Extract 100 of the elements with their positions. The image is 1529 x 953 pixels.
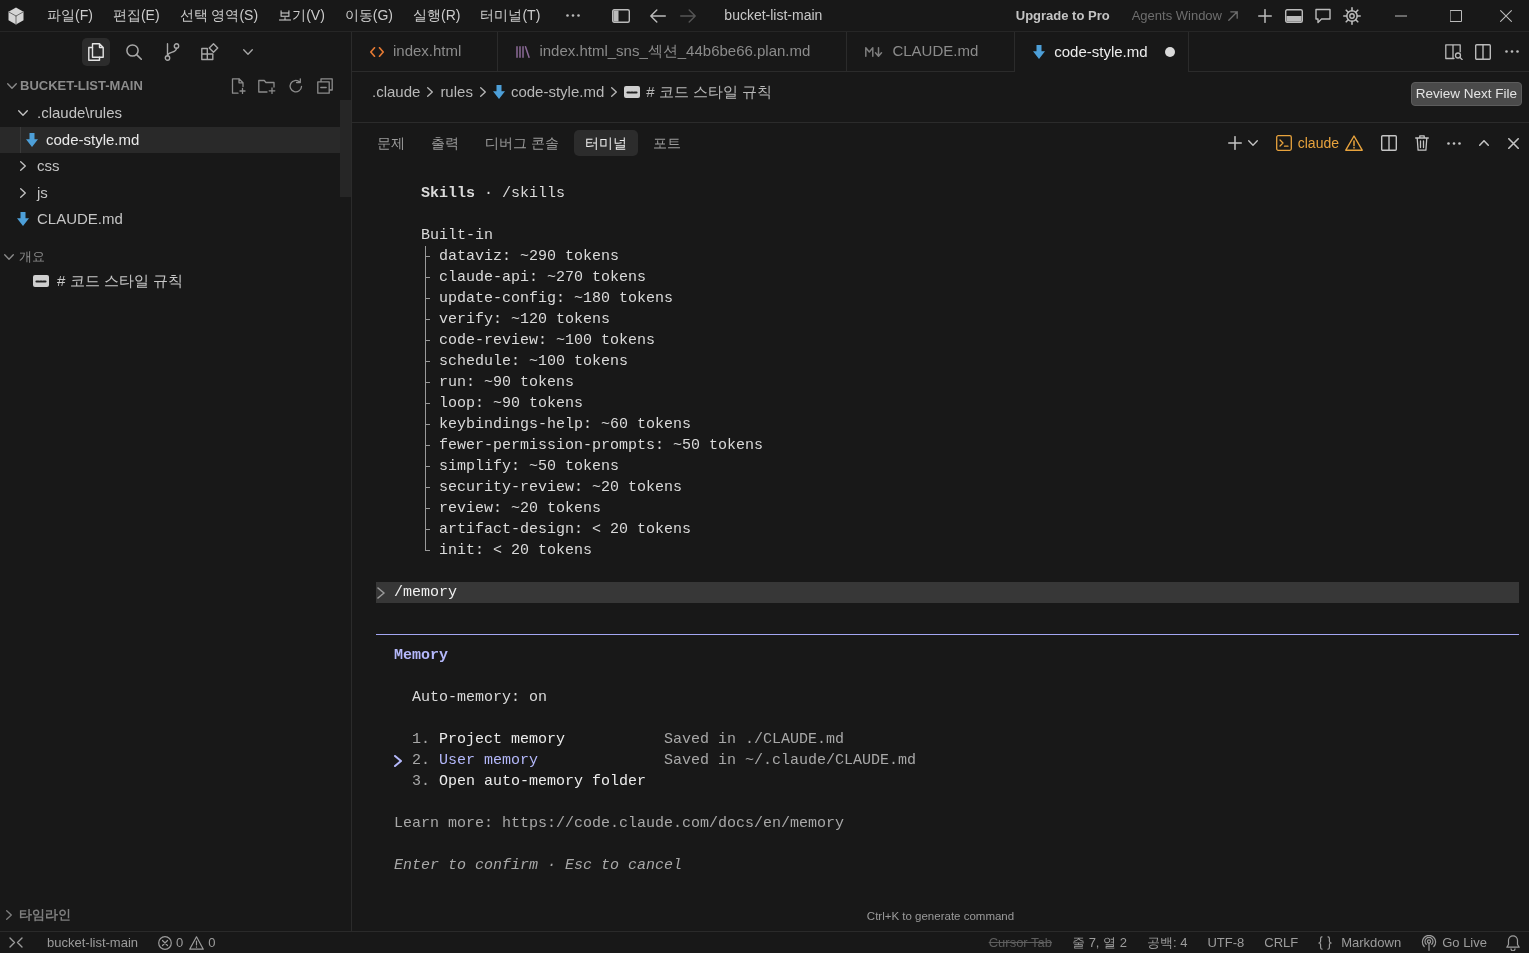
skill-item: schedule: ~100 tokens <box>439 352 629 372</box>
split-icon <box>1475 43 1491 60</box>
string-symbol-icon <box>33 275 49 287</box>
skill-item: artifact-design: < 20 tokens <box>439 520 692 540</box>
skill-item: run: ~90 tokens <box>439 373 575 393</box>
menu-item[interactable]: 실행(R) <box>403 2 471 29</box>
option-number: 2. <box>412 752 430 769</box>
forward-arrow-icon <box>680 8 697 23</box>
agents-window-button[interactable]: Agents Window <box>1131 5 1238 26</box>
chevron-down-icon <box>1247 140 1258 146</box>
indentation[interactable]: 공백: 4 <box>1136 932 1198 953</box>
breadcrumb-item[interactable]: rules <box>440 80 473 104</box>
skill-item: claude-api: ~270 tokens <box>439 268 647 288</box>
new-folder-icon <box>258 78 276 94</box>
panel-tab[interactable]: 출력 <box>420 130 470 156</box>
breadcrumb-item[interactable]: # 코드 스타일 규칙 <box>624 80 773 104</box>
option-location: Saved in ./CLAUDE.md <box>664 730 845 750</box>
upgrade-button[interactable]: Upgrade to Pro <box>1015 5 1110 26</box>
panel-tab[interactable]: 포트 <box>641 130 692 156</box>
trash-icon <box>1415 135 1429 151</box>
menu-option[interactable]: User memory <box>439 752 539 769</box>
menu-item[interactable]: 이동(G) <box>334 2 403 29</box>
editor-tab[interactable]: code-style.md <box>1015 32 1189 72</box>
menu-option[interactable]: Project memory <box>439 731 566 748</box>
error-icon <box>158 935 173 950</box>
cursor-position[interactable]: 줄 7, 열 2 <box>1062 932 1137 953</box>
encoding[interactable]: UTF-8 <box>1197 932 1255 953</box>
memory-title: Memory <box>394 647 448 664</box>
menu-item[interactable]: 편집(E) <box>102 2 170 29</box>
skills-heading: Skills · /skills <box>421 185 566 202</box>
menu-item[interactable]: 보기(V) <box>268 2 335 29</box>
close-icon <box>1507 137 1519 149</box>
auto-memory-status: Auto-memory: on <box>412 689 548 706</box>
files-icon <box>88 43 104 61</box>
more-icon <box>566 14 581 17</box>
skill-item: keybindings-help: ~60 tokens <box>439 415 692 435</box>
outline-item[interactable]: # 코드 스타일 규칙 <box>0 268 351 294</box>
collapse-all-button[interactable] <box>315 76 335 96</box>
problems-button[interactable]: 0 0 <box>158 932 216 953</box>
panel-tab[interactable]: 문제 <box>366 130 416 156</box>
menu-item[interactable]: 선택 영역(S) <box>169 2 269 29</box>
more-icon <box>1505 50 1519 53</box>
skill-item: review: ~20 tokens <box>439 499 602 519</box>
settings-icon <box>1342 6 1361 25</box>
tree-item[interactable]: js <box>0 179 340 206</box>
breadcrumb-item[interactable]: .claude <box>372 80 421 104</box>
code-brackets-icon <box>370 46 384 57</box>
search-icon <box>126 44 142 60</box>
review-next-file-button[interactable]: Review Next File <box>1410 82 1522 106</box>
chevron-right-icon <box>427 87 434 97</box>
tree-item[interactable]: CLAUDE.md <box>0 206 340 233</box>
string-symbol-icon <box>624 86 641 98</box>
go-live-button[interactable]: Go Live <box>1411 932 1497 953</box>
tree-item[interactable]: code-style.md <box>0 126 340 153</box>
editor-tab[interactable]: index.html <box>352 32 499 72</box>
panel-tab[interactable]: 터미널 <box>573 130 638 156</box>
close-icon <box>1500 9 1512 22</box>
timeline-header[interactable]: 타임라인 <box>0 904 71 926</box>
explorer-button[interactable] <box>82 38 110 66</box>
skill-item: dataviz: ~290 tokens <box>439 247 620 267</box>
tree-item[interactable]: .claude\rules <box>0 100 340 127</box>
menu-item[interactable]: 파일(F) <box>37 2 103 29</box>
collapse-all-icon <box>317 78 333 94</box>
chevron-down-icon <box>243 49 253 55</box>
breadcrumb-item[interactable]: code-style.md <box>492 80 605 104</box>
skill-item: verify: ~120 tokens <box>439 310 611 330</box>
more-icon <box>1447 141 1461 145</box>
skill-item: simplify: ~50 tokens <box>439 457 620 477</box>
refresh-icon <box>288 78 304 94</box>
braces-icon <box>1318 935 1333 950</box>
review-icon <box>1445 43 1463 60</box>
chevron-right-icon <box>479 87 486 97</box>
option-location: Saved in ~/.claude/CLAUDE.md <box>664 751 917 771</box>
maximize-icon <box>1449 9 1462 22</box>
skill-item: loop: ~90 tokens <box>439 394 584 414</box>
sidebar-toggle-icon <box>612 8 631 23</box>
editor-tab[interactable]: index.html_sns_섹션_44b6be66.plan.md <box>498 32 848 72</box>
explorer-header[interactable]: BUCKET-LIST-MAIN <box>0 76 143 96</box>
window-title: bucket-list-main <box>724 6 823 25</box>
option-number: 3. <box>412 773 430 790</box>
panel-tab[interactable]: 디버그 콘솔 <box>474 130 570 156</box>
skill-item: security-review: ~20 tokens <box>439 478 683 498</box>
outline-header[interactable]: 개요 <box>0 245 45 268</box>
remote-icon <box>9 936 23 949</box>
source-control-icon <box>164 43 180 61</box>
back-arrow-icon <box>650 8 667 23</box>
line-ending[interactable]: CRLF <box>1254 932 1309 953</box>
skill-item: update-config: ~180 tokens <box>439 289 674 309</box>
menu-option[interactable]: Open auto-memory folder <box>439 773 647 790</box>
terminal-tab[interactable]: claude <box>1272 131 1366 155</box>
bell-icon <box>1506 934 1520 951</box>
language-mode[interactable]: Markdown <box>1308 932 1412 953</box>
skill-item: code-review: ~100 tokens <box>439 331 656 351</box>
workspace-name[interactable]: bucket-list-main <box>47 932 139 953</box>
menu-item[interactable]: 터미널(T) <box>470 2 551 29</box>
app-logo-icon <box>8 6 24 25</box>
editor-tab[interactable]: CLAUDE.md <box>847 32 1016 72</box>
chat-icon <box>1314 7 1331 24</box>
tree-item[interactable]: css <box>0 153 340 180</box>
new-file-icon <box>230 78 246 94</box>
